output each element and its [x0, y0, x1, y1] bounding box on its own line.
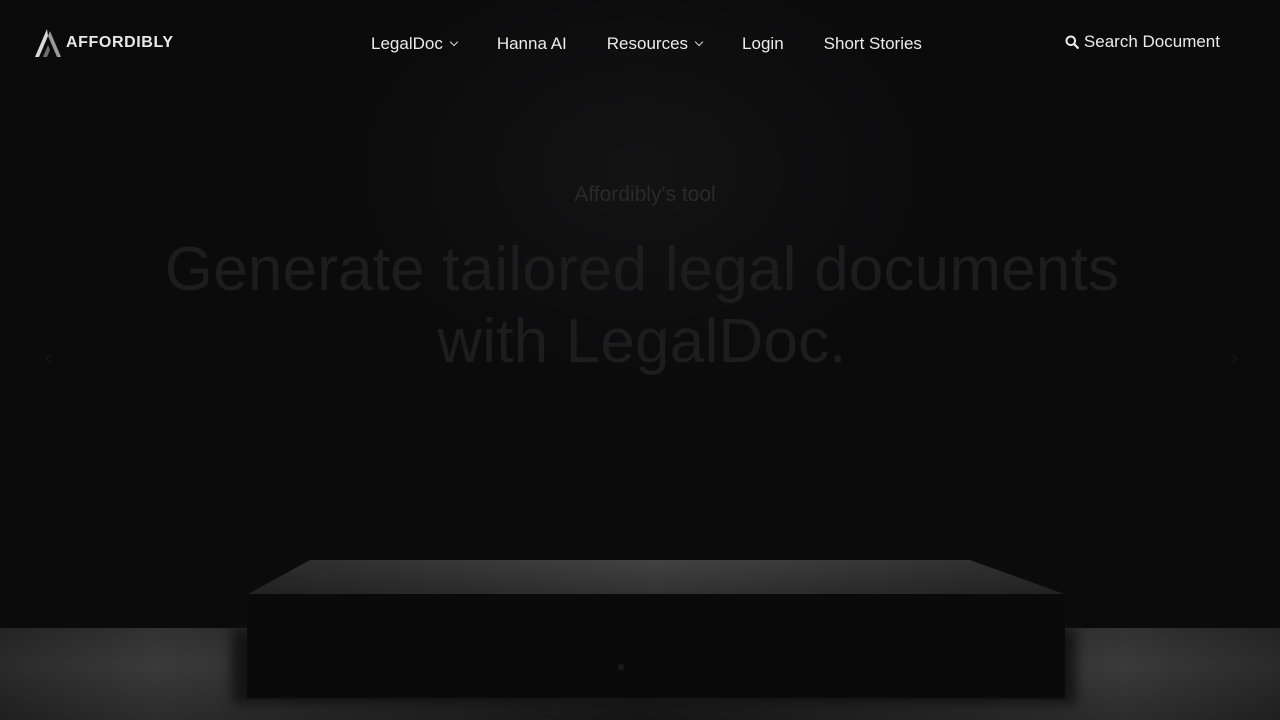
- pedestal-graphic: [247, 560, 1065, 700]
- pedestal-front: [247, 594, 1065, 700]
- pedestal-top-shade: [248, 560, 1064, 594]
- hero-stage: AFFORDIBLY LegalDoc Hanna AI Resources L…: [0, 0, 1280, 720]
- slider-indicator-dot[interactable]: [618, 664, 624, 670]
- pedestal-base-edge: [247, 698, 1065, 700]
